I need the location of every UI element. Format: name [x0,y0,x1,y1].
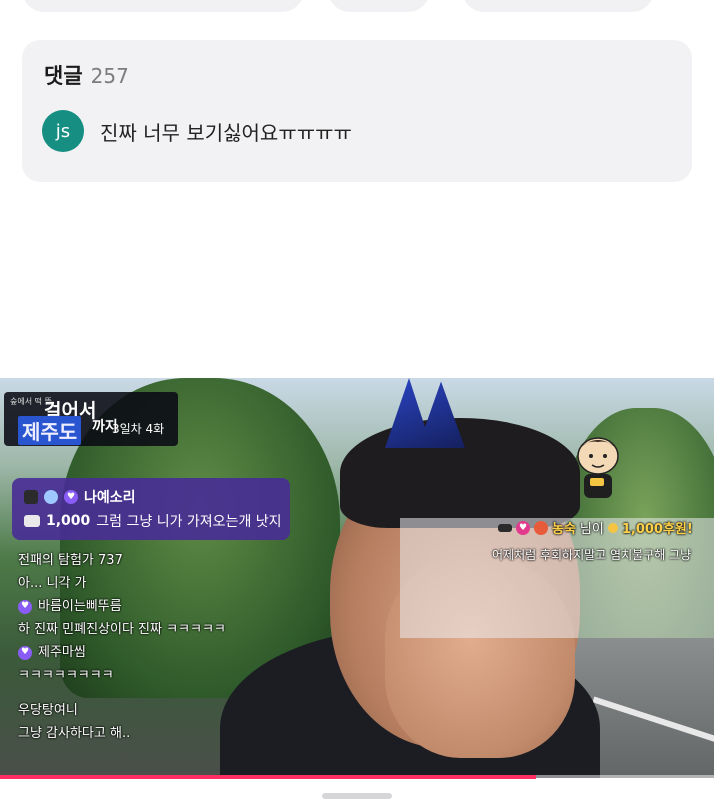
chat-text: 아... 니각 가 [18,576,87,591]
chat-line: ㅋㅋㅋㅋㅋㅋㅋㅋ [18,664,298,687]
drag-handle[interactable] [322,793,392,799]
comment-text: 진짜 너무 보기싫어요ㅠㅠㅠㅠ [100,120,352,145]
bottom-sheet[interactable] [0,779,714,803]
alert-amount: 1,000후원! [621,522,693,537]
action-pill-left[interactable] [22,0,304,12]
rank-icon [24,490,38,504]
comments-title: 댓글 [44,64,83,88]
action-pill-middle[interactable] [328,0,430,12]
balloon-icon [24,515,40,527]
action-pill-right[interactable] [462,0,654,12]
chat-line: ♥ 제주마씸 [18,641,298,664]
heart-icon: ♥ [18,645,32,660]
heart-icon: ♥ [516,520,530,535]
donation-body: 1,000 그럼 그냥 니가 가져오는개 낫지 [24,511,282,531]
series-badge-title-main: 제주도 [18,416,82,445]
comments-header: 댓글 257 [44,60,129,90]
chat-text: 하 진짜 민폐진상이다 진짜 ㅋㅋㅋㅋㅋ [18,622,226,637]
chat-line: ♥ 바름이는삐뚜름 [18,595,298,618]
alert-suffix: 님이 [579,522,604,537]
donation-alert: ♥ 농숙 님이 1,000후원! [498,518,693,537]
fan-icon [534,520,548,535]
live-chat: 전패의 탐험가 737 아... 니각 가 ♥ 바름이는삐뚜름 하 진짜 민폐진상… [18,549,298,745]
video-hair-spike [385,378,465,448]
chat-text: 전패의 탐험가 737 [18,553,123,568]
chat-line: 하 진짜 민폐진상이다 진짜 ㅋㅋㅋㅋㅋ [18,618,298,641]
donation-name: 나예소리 [84,490,136,506]
alert-name: 농숙 [552,522,576,537]
chat-text: 우당탕여니 [18,703,78,718]
comments-count: 257 [90,64,129,88]
comments-card[interactable]: 댓글 257 js 진짜 너무 보기싫어요ㅠㅠㅠㅠ [22,40,692,182]
chat-text: 바름이는삐뚜름 [38,599,122,614]
chat-line: 전패의 탐험가 737 [18,549,298,572]
heart-icon: ♥ [18,599,32,614]
chat-line: 그냥 감사하다고 해.. [18,722,298,745]
chat-text: 제주마씸 [38,645,86,660]
donation-header: ♥ 나예소리 [24,487,136,507]
comment-preview[interactable]: js 진짜 너무 보기싫어요ㅠㅠㅠㅠ [42,110,352,152]
coin-icon [607,522,618,533]
alert-message: 어제처럼 후회하지말고 염치불구해 그냥 [492,548,692,562]
avatar[interactable]: js [42,110,84,152]
donation-amount: 1,000 [46,513,91,529]
donation-message: 그럼 그냥 니가 가져오는개 낫지 [96,514,282,530]
cartoon-character-icon [577,437,619,498]
heart-icon: ♥ [64,490,78,504]
chat-line: 우당탕여니 [18,699,298,722]
gem-icon [44,490,58,504]
series-badge: 숲에서 떡 뜰 걸어서 제주도 까지 3일차 4화 [4,392,178,446]
series-badge-episode: 3일차 4화 [112,422,165,436]
chat-text: ㅋㅋㅋㅋㅋㅋㅋㅋ [18,668,114,683]
chat-line: 아... 니각 가 [18,572,298,595]
donation-box: ♥ 나예소리 1,000 그럼 그냥 니가 가져오는개 낫지 [12,478,290,540]
rank-icon [498,523,512,532]
top-action-pills [0,0,714,12]
chat-text: 그냥 감사하다고 해.. [18,726,131,741]
